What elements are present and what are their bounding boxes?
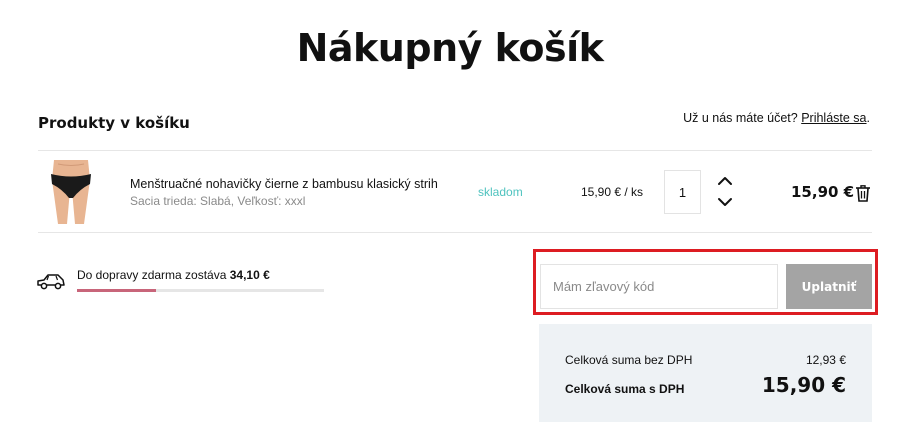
trash-icon[interactable] (855, 184, 871, 202)
total-gross-label: Celková suma s DPH (565, 382, 685, 396)
apply-coupon-button[interactable]: Uplatniť (786, 264, 872, 309)
free-shipping-progress (77, 289, 324, 292)
login-prompt: Už u nás máte účet? Prihláste sa. (683, 111, 870, 125)
cart-section-heading: Produkty v košíku (38, 114, 190, 132)
login-link[interactable]: Prihláste sa (801, 111, 866, 125)
free-shipping-amount: 34,10 € (229, 268, 270, 282)
free-shipping-label: Do dopravy zdarma zostáva (77, 268, 227, 282)
total-net-label: Celková suma bez DPH (565, 353, 693, 367)
coupon-input[interactable] (540, 264, 778, 309)
car-icon (37, 274, 65, 290)
divider (38, 232, 872, 233)
login-suffix: . (866, 111, 870, 125)
login-prompt-text: Už u nás máte účet? (683, 111, 798, 125)
product-name[interactable]: Menštruačné nohavičky čierne z bambusu k… (130, 177, 438, 191)
line-total: 15,90 € (791, 183, 855, 201)
progress-fill (77, 289, 157, 292)
order-summary: Celková suma bez DPH 12,93 € Celková sum… (539, 324, 872, 422)
quantity-input[interactable]: 1 (664, 170, 701, 214)
total-net-value: 12,93 € (805, 353, 846, 367)
unit-price: 15,90 € / ks (581, 185, 644, 199)
chevron-up-icon[interactable] (716, 174, 734, 188)
chevron-down-icon[interactable] (716, 195, 734, 209)
free-shipping-text: Do dopravy zdarma zostáva 34,10 € (77, 268, 270, 282)
stock-status: skladom (478, 185, 523, 199)
page-title: Nákupný košík (296, 26, 604, 70)
product-variant: Sacia trieda: Slabá, Veľkosť: xxxl (130, 194, 306, 208)
total-gross-value: 15,90 € (761, 373, 846, 397)
divider (38, 150, 872, 151)
product-image[interactable] (44, 160, 98, 224)
